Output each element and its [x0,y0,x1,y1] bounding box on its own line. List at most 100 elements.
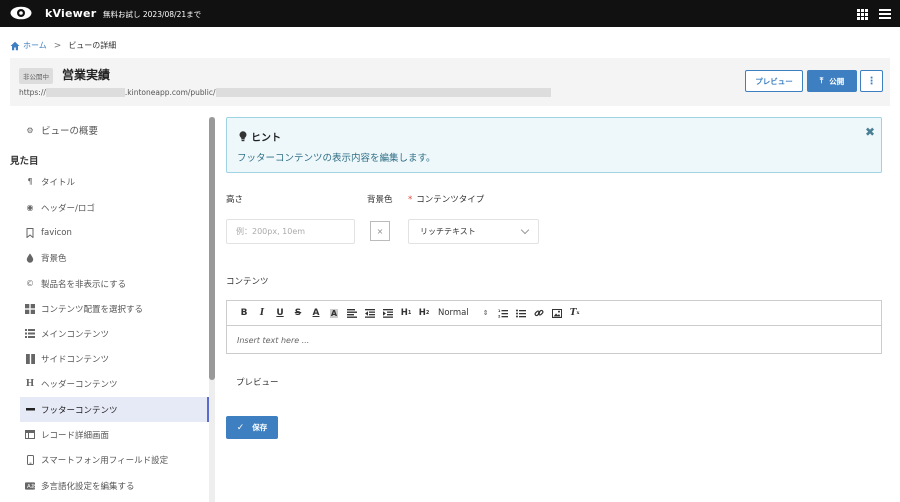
scrollbar-thumb[interactable] [209,117,215,380]
sidebar-item-record-detail[interactable]: レコード詳細画面 [20,422,209,447]
image-icon[interactable] [549,305,565,321]
publish-label: 公開 [829,76,845,86]
sidebar-item-bgcolor[interactable]: 背景色 [20,245,209,270]
more-options-button[interactable]: ⋮ [860,70,883,92]
bullet-list-icon[interactable] [513,305,529,321]
sidebar-item-label: メインコンテンツ [41,329,110,340]
rich-text-editor[interactable]: B I U S A A H1 H2 Normal ⇕ 12 T x Insert… [226,300,882,354]
publish-button[interactable]: ⤒ 公開 [807,70,857,92]
sidebar-item-label: スマートフォン用フィールド設定 [41,455,169,466]
hint-message: フッターコンテンツの表示内容を編集します。 [237,153,436,164]
top-bar: kViewer 無料お試し 2023/08/21まで [0,0,900,27]
sidebar-item-side-content[interactable]: サイドコンテンツ [20,346,209,371]
sidebar-scrollbar[interactable] [209,117,215,502]
redacted-subdomain [45,88,125,97]
text-color-icon[interactable]: A [308,305,324,321]
hint-title-text: ヒント [251,133,281,144]
save-button[interactable]: ✓ 保存 [226,416,278,439]
outdent-icon[interactable] [362,305,378,321]
paragraph-icon: ¶ [27,177,33,186]
home-icon [10,41,20,50]
trial-expiry-text: 無料お試し 2023/08/21まで [103,10,202,19]
svg-text:2: 2 [498,314,501,318]
content-type-select[interactable]: リッチテキスト [408,219,539,244]
sidebar-item-label: ビューの概要 [41,126,99,137]
lightbulb-icon [239,131,247,142]
sidebar-item-label: 多言語化設定を編集する [41,481,135,492]
underline-icon[interactable]: U [272,305,288,321]
height-input[interactable]: 例：200px, 10em [226,219,355,244]
heading1-icon[interactable]: H1 [398,305,414,321]
sidebar-item-label: フッターコンテンツ [41,405,118,416]
grid-icon [25,303,35,314]
indent-icon[interactable] [380,305,396,321]
bgcolor-label: 背景色 [367,195,393,205]
sidebar-item-label: サイドコンテンツ [41,354,110,365]
preview-button[interactable]: プレビュー [745,70,803,92]
content-type-label: * コンテンツタイプ [408,193,484,205]
gear-icon: ⚙ [26,125,34,135]
sidebar-item-header-content[interactable]: H ヘッダーコンテンツ [20,371,209,396]
eye-logo-icon[interactable] [10,6,32,20]
check-icon: ✓ [236,422,245,433]
sidebar-item-favicon[interactable]: favicon [20,220,209,245]
breadcrumb: ホーム > ビューの詳細 [10,40,116,51]
bold-icon[interactable]: B [236,305,252,321]
content-label: コンテンツ [226,277,269,287]
table-icon [25,430,35,440]
status-badge: 非公開中 [19,68,53,84]
sidebar-item-title[interactable]: ¶ タイトル [20,169,209,194]
strikethrough-icon[interactable]: S [290,305,306,321]
dash-icon [25,405,35,415]
italic-icon[interactable]: I [254,305,270,321]
sidebar-item-multilanguage[interactable]: Aあ 多言語化設定を編集する [20,473,209,498]
public-url[interactable]: https:// .kintoneapp.com/public/ [19,88,551,97]
sidebar-item-label: 製品名を非表示にする [41,279,127,290]
copyright-icon: © [26,279,34,288]
required-mark: * [408,195,413,205]
content-type-label-text: コンテンツタイプ [416,195,485,205]
breadcrumb-separator: > [53,40,62,51]
breadcrumb-home-link[interactable]: ホーム [23,40,47,51]
heading2-icon[interactable]: H2 [416,305,432,321]
content-type-value: リッチテキスト [420,227,476,236]
list-icon [25,329,35,339]
sidebar-item-label: 背景色 [41,253,67,264]
sidebar-item-hide-product-name[interactable]: © 製品名を非表示にする [20,271,209,296]
clear-format-icon[interactable]: Tx [567,305,583,321]
sidebar-item-mobile-fields[interactable]: スマートフォン用フィールド設定 [20,447,209,472]
eye-icon: ◉ [26,203,34,212]
align-icon[interactable] [344,305,360,321]
editor-placeholder[interactable]: Insert text here ... [237,336,309,345]
mobile-icon [25,454,35,465]
format-value: Normal [438,308,469,318]
sidebar-item-content-layout[interactable]: コンテンツ配置を選択する [20,296,209,321]
breadcrumb-current: ビューの詳細 [68,41,117,50]
sidebar-item-footer-content[interactable]: フッターコンテンツ [20,397,209,422]
sidebar-item-label: ヘッダーコンテンツ [41,379,118,390]
drop-icon [25,253,35,263]
view-header: 非公開中 営業実績 https:// .kintoneapp.com/publi… [10,58,890,106]
sidebar-item-header-logo[interactable]: ◉ ヘッダー/ロゴ [20,195,209,220]
chevron-down-icon [520,225,530,235]
updown-arrow-icon: ⇕ [482,309,489,317]
heading-icon: H [25,378,35,389]
columns-icon [25,353,35,364]
close-icon[interactable]: ✖ [865,125,875,139]
hamburger-menu-icon[interactable] [879,9,891,19]
sidebar-item-overview[interactable]: ⚙ ビューの概要 [25,123,99,138]
link-icon[interactable] [531,305,547,321]
background-color-icon[interactable]: A [326,305,342,321]
hint-box: ヒント フッターコンテンツの表示内容を編集します。 ✖ [226,117,882,173]
bookmark-icon [25,227,35,238]
editor-toolbar: B I U S A A H1 H2 Normal ⇕ 12 T x [227,301,881,326]
format-select[interactable]: Normal ⇕ [438,308,489,318]
sidebar-section-appearance: 見た目 [10,156,39,167]
app-name[interactable]: kViewer [45,7,96,20]
ordered-list-icon[interactable]: 12 [495,305,511,321]
bgcolor-picker[interactable]: × [370,221,390,241]
save-label: 保存 [252,423,268,432]
sidebar-item-label: レコード詳細画面 [41,430,110,441]
sidebar-item-main-content[interactable]: メインコンテンツ [20,321,209,346]
apps-grid-icon[interactable] [857,9,868,20]
